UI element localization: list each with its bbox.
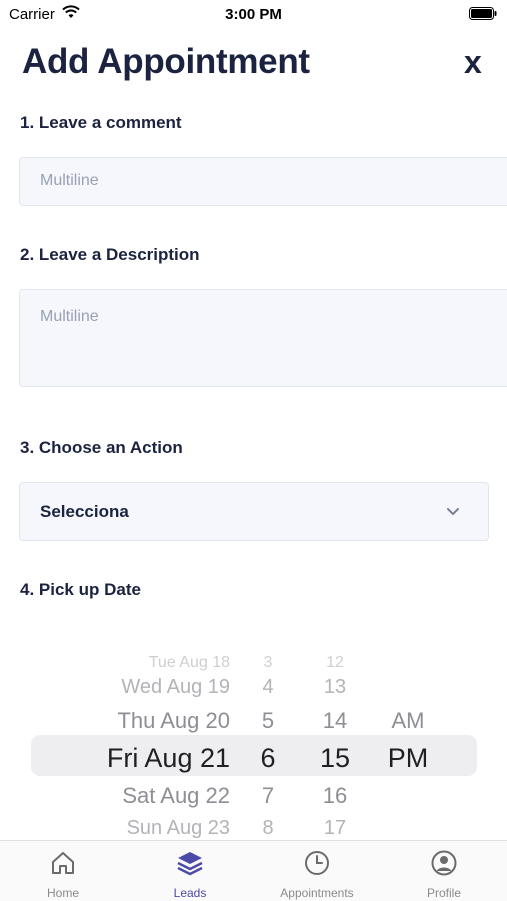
clock-time: 3:00 PM: [225, 6, 282, 23]
tab-home[interactable]: Home: [0, 841, 126, 901]
action-selected-value: Selecciona: [40, 502, 129, 521]
picker-ampm: PM: [387, 743, 429, 773]
picker-date: Sat Aug 22: [122, 783, 230, 808]
picker-hour: 8: [262, 817, 274, 839]
date-label: 4. Pick up Date: [20, 580, 141, 599]
picker-minute: 13: [323, 676, 347, 698]
picker-row[interactable]: Thu Aug 20 5 14 AM: [0, 708, 507, 744]
status-bar: Carrier 3:00 PM: [0, 0, 507, 28]
picker-minute: 16: [322, 783, 348, 808]
action-label: 3. Choose an Action: [20, 438, 183, 457]
picker-minute: 15: [319, 743, 351, 773]
picker-row[interactable]: Sun Aug 23 8 17: [0, 817, 507, 840]
chevron-down-icon: [447, 508, 459, 515]
description-label: 2. Leave a Description: [20, 245, 200, 264]
picker-hour: 6: [260, 743, 276, 773]
comment-placeholder: Multiline: [40, 172, 99, 189]
picker-row-selected[interactable]: Fri Aug 21 6 15 PM: [0, 743, 507, 779]
picker-hour: 4: [262, 676, 274, 698]
picker-date: Fri Aug 21: [106, 743, 230, 773]
picker-minute: 12: [326, 654, 344, 671]
description-placeholder: Multiline: [40, 308, 99, 325]
layers-icon: [177, 852, 203, 876]
picker-ampm: AM: [391, 708, 425, 733]
profile-icon: [431, 850, 457, 876]
tab-leads-label: Leads: [173, 886, 207, 900]
picker-hour: 7: [261, 783, 275, 808]
picker-hour: 3: [263, 654, 273, 671]
tab-home-label: Home: [46, 886, 79, 900]
comment-label: 1. Leave a comment: [20, 113, 182, 132]
picker-minute: 14: [322, 708, 348, 733]
tab-profile[interactable]: Profile: [381, 841, 507, 901]
page-title: Add Appointment: [22, 42, 310, 81]
close-button[interactable]: x: [464, 44, 482, 81]
picker-date: Tue Aug 18: [148, 654, 230, 671]
date-time-picker[interactable]: Tue Aug 18 3 12 Wed Aug 19 4 13 Thu Aug 20 5 14 A…: [0, 640, 507, 840]
picker-date: Thu Aug 20: [117, 708, 230, 733]
action-select[interactable]: Selecciona: [19, 482, 489, 541]
tab-profile-label: Profile: [426, 886, 461, 900]
tab-appointments-label: Appointments: [280, 886, 354, 900]
description-input[interactable]: Multiline: [19, 289, 507, 387]
tab-bar: Home Leads Appointments Profile: [0, 840, 507, 901]
picker-hour: 5: [261, 708, 275, 733]
picker-minute: 17: [323, 817, 347, 839]
picker-row[interactable]: Wed Aug 19 4 13: [0, 676, 507, 712]
picker-row[interactable]: Sat Aug 22 7 16: [0, 783, 507, 819]
tab-leads[interactable]: Leads: [127, 841, 253, 901]
home-icon: [52, 852, 74, 874]
picker-date: Sun Aug 23: [126, 817, 230, 839]
battery-icon: [469, 7, 497, 20]
tab-appointments[interactable]: Appointments: [254, 841, 380, 901]
comment-input[interactable]: Multiline: [19, 157, 507, 206]
clock-icon: [305, 851, 329, 875]
picker-date: Wed Aug 19: [121, 676, 230, 698]
